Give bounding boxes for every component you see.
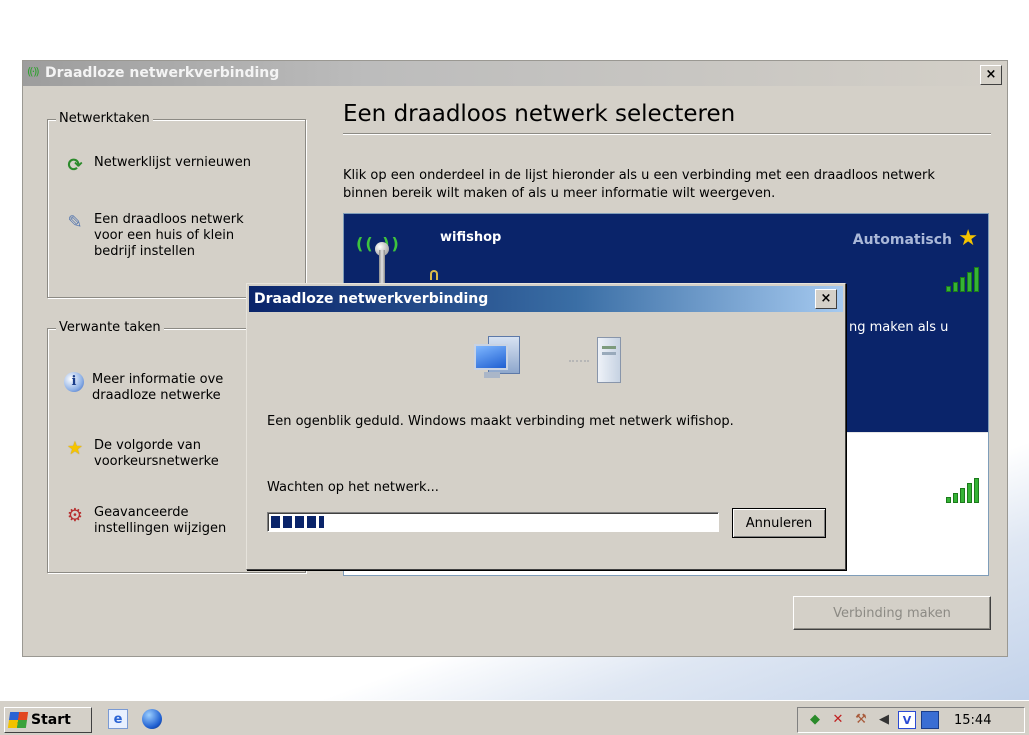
network-icon[interactable]: ◆ bbox=[806, 711, 824, 729]
taskbar: Start e ◆ ✕ ⚒ ◀ V 15:44 bbox=[0, 700, 1029, 735]
dialog-close-button[interactable]: × bbox=[815, 289, 837, 309]
window-title: Draadloze netwerkverbinding bbox=[45, 65, 280, 81]
dialog-message: Een ogenblik geduld. Windows maakt verbi… bbox=[267, 414, 734, 429]
star-icon: ★ bbox=[958, 226, 978, 251]
refresh-icon: ⟳ bbox=[67, 155, 83, 176]
task-refresh-network-list[interactable]: ⟳ Netwerklijst vernieuwen bbox=[64, 155, 304, 177]
signal-strength-icon bbox=[946, 266, 982, 292]
connection-dots bbox=[569, 360, 589, 364]
tools-icon[interactable]: ⚒ bbox=[852, 711, 870, 729]
start-button[interactable]: Start bbox=[4, 707, 92, 733]
network-tasks-legend: Netwerktaken bbox=[56, 111, 153, 126]
page-heading: Een draadloos netwerk selecteren bbox=[343, 101, 736, 127]
instructions-text: Klik op een onderdeel in de lijst hieron… bbox=[343, 168, 935, 201]
globe-icon[interactable] bbox=[142, 709, 162, 729]
windows-logo-icon bbox=[7, 712, 29, 728]
connecting-dialog: Draadloze netwerkverbinding × Een ogenbl… bbox=[246, 283, 846, 570]
info-icon: i bbox=[64, 372, 84, 392]
lan-disconnected-icon[interactable]: ✕ bbox=[829, 711, 847, 729]
window-titlebar[interactable]: ((·)) Draadloze netwerkverbinding × bbox=[23, 61, 1007, 86]
progress-fill bbox=[271, 516, 325, 528]
server-icon bbox=[597, 337, 621, 383]
progress-bar bbox=[267, 512, 719, 532]
task-label: Meer informatie ove draadloze netwerke bbox=[92, 372, 224, 403]
signal-strength-icon bbox=[946, 477, 982, 503]
antivirus-icon[interactable]: V bbox=[898, 711, 916, 729]
network-tasks-group: Netwerktaken ⟳ Netwerklijst vernieuwen ✎… bbox=[47, 111, 306, 298]
wireless-icon: ((·)) bbox=[27, 65, 40, 78]
clock: 15:44 bbox=[954, 712, 992, 728]
related-tasks-legend: Verwante taken bbox=[56, 320, 164, 335]
ie-icon[interactable]: e bbox=[108, 709, 128, 729]
system-tray: ◆ ✕ ⚒ ◀ V 15:44 bbox=[797, 707, 1025, 733]
network-name: wifishop bbox=[440, 230, 502, 245]
dialog-titlebar[interactable]: Draadloze netwerkverbinding × bbox=[249, 286, 843, 312]
cancel-button[interactable]: Annuleren bbox=[732, 508, 826, 538]
close-button[interactable]: × bbox=[980, 65, 1002, 85]
start-label: Start bbox=[31, 712, 71, 728]
task-label: De volgorde van voorkeursnetwerke bbox=[94, 438, 219, 469]
star-icon: ★ bbox=[66, 438, 84, 459]
heading-divider bbox=[343, 133, 991, 135]
dialog-title: Draadloze netwerkverbinding bbox=[254, 291, 489, 307]
wizard-icon: ✎ bbox=[67, 212, 83, 233]
volume-icon[interactable]: ◀ bbox=[875, 711, 893, 729]
task-label: Een draadloos netwerk voor een huis of k… bbox=[94, 212, 244, 259]
monitor-icon[interactable] bbox=[921, 711, 939, 729]
waiting-status: Wachten op het netwerk... bbox=[267, 480, 439, 495]
task-label: Netwerklijst vernieuwen bbox=[94, 155, 251, 170]
tools-icon: ⚙ bbox=[66, 505, 84, 526]
network-description: ng maken als u bbox=[849, 320, 949, 335]
task-label: Geavanceerde instellingen wijzigen bbox=[94, 505, 227, 536]
connect-button[interactable]: Verbinding maken bbox=[793, 596, 991, 630]
network-status: Automatisch bbox=[852, 232, 952, 248]
lock-icon bbox=[430, 270, 438, 280]
computer-icon bbox=[474, 336, 522, 380]
task-setup-wireless-network[interactable]: ✎ Een draadloos netwerk voor een huis of… bbox=[64, 212, 304, 260]
